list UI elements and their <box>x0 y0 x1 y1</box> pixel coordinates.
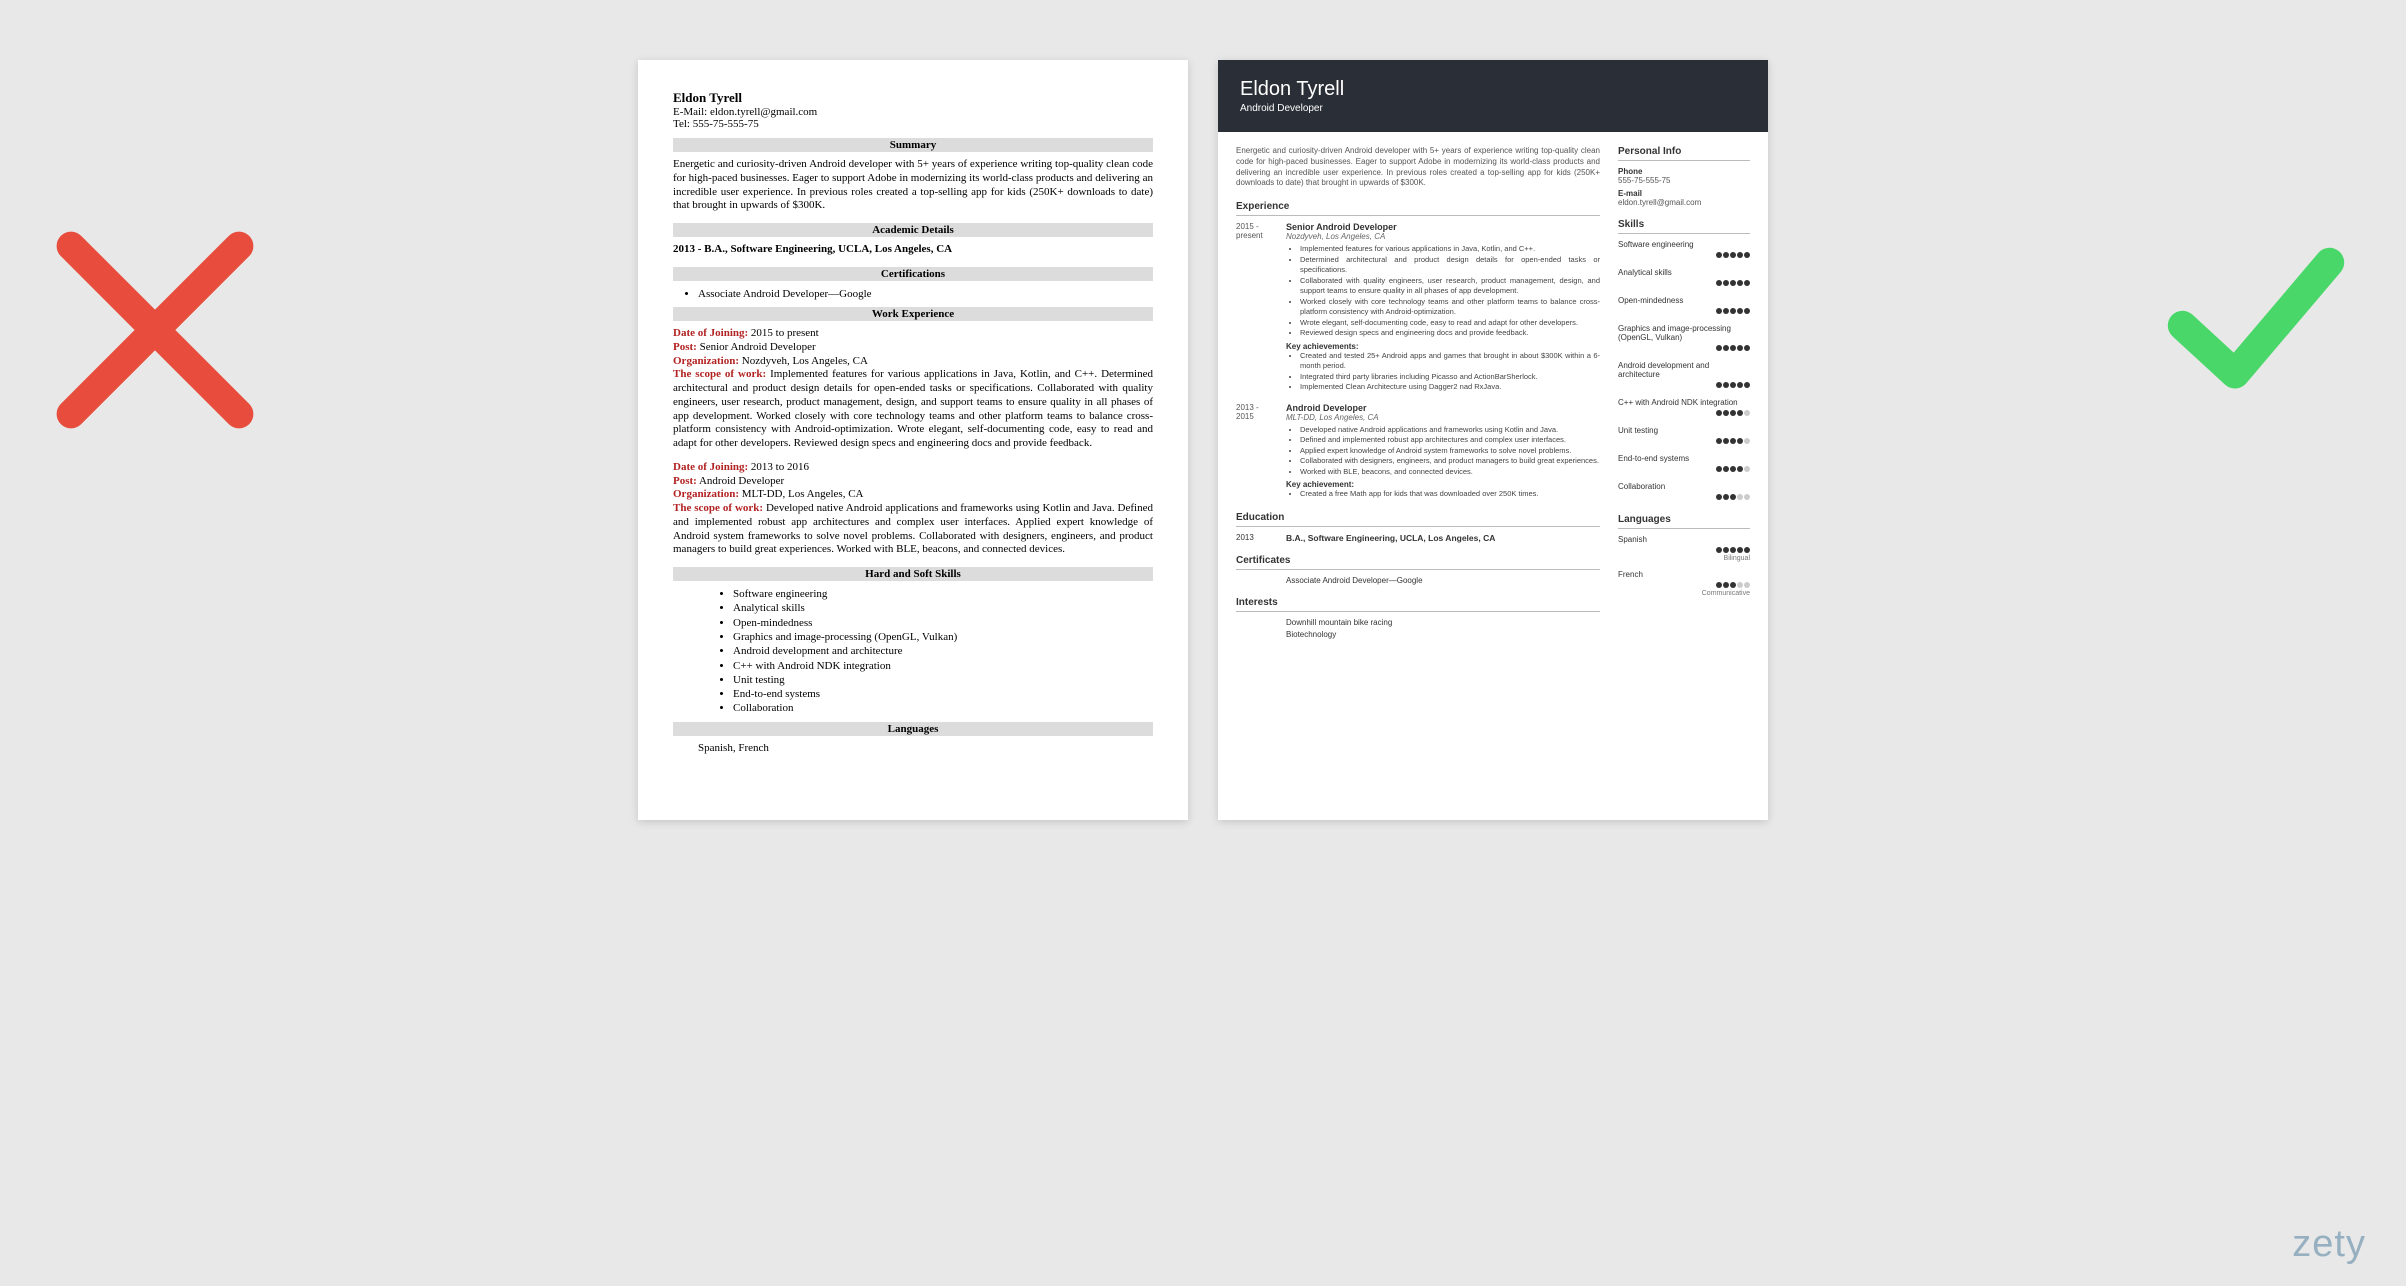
section-skills: Skills <box>1618 219 1750 234</box>
language-item: FrenchCommunicative <box>1618 570 1750 597</box>
job-title: Android Developer <box>1240 103 1746 114</box>
skill-item: Unit testing <box>733 673 1153 687</box>
name: Eldon Tyrell <box>673 90 1153 106</box>
section-languages: Languages <box>1618 514 1750 529</box>
email-label: E-mail <box>1618 189 1750 198</box>
check-mark-icon <box>2151 210 2361 420</box>
skill-item: Collaboration <box>733 701 1153 715</box>
summary-text: Energetic and curiosity-driven Android d… <box>1236 146 1600 189</box>
skill-item: Android development and architecture <box>733 644 1153 658</box>
summary-text: Energetic and curiosity-driven Android d… <box>673 158 1153 213</box>
email-label: E-Mail: <box>673 106 707 118</box>
skill-item: Graphics and image-processing (OpenGL, V… <box>733 630 1153 644</box>
skills-list: Software engineering Analytical skills Ope… <box>1618 240 1750 502</box>
brand-logo: zety <box>2292 1223 2366 1266</box>
edu-degree: B.A., Software Engineering, UCLA, Los An… <box>1286 533 1495 543</box>
contact-block: E-Mail: eldon.tyrell@gmail.com Tel: 555-… <box>673 106 1153 130</box>
cert-item: Associate Android Developer—Google <box>698 287 1153 301</box>
language-item: SpanishBilingual <box>1618 535 1750 562</box>
languages-text: Spanish, French <box>673 742 1153 756</box>
resume-page-bad: Eldon Tyrell E-Mail: eldon.tyrell@gmail.… <box>638 60 1188 820</box>
skill-item: Unit testing <box>1618 426 1750 446</box>
section-certs: Certifications <box>673 267 1153 281</box>
section-summary: Summary <box>673 138 1153 152</box>
skill-item: Software engineering <box>1618 240 1750 260</box>
section-personal-info: Personal Info <box>1618 146 1750 161</box>
phone-label: Phone <box>1618 167 1750 176</box>
tel-label: Tel: <box>673 118 690 130</box>
email-value: eldon.tyrell@gmail.com <box>1618 198 1750 207</box>
job-block: 2013 -2015Android DeveloperMLT-DD, Los A… <box>1236 403 1600 500</box>
main-column: Energetic and curiosity-driven Android d… <box>1218 132 1618 656</box>
skill-item: Analytical skills <box>733 601 1153 615</box>
section-certificates: Certificates <box>1236 555 1600 570</box>
skill-item: Open-mindedness <box>1618 296 1750 316</box>
skill-item: End-to-end systems <box>1618 454 1750 474</box>
job-list: 2015 -presentSenior Android DeveloperNoz… <box>1236 222 1600 500</box>
header: Eldon Tyrell Android Developer <box>1218 60 1768 132</box>
education-row: 2013 B.A., Software Engineering, UCLA, L… <box>1236 533 1600 543</box>
skill-item: C++ with Android NDK integration <box>733 659 1153 673</box>
tel-value: 555-75-555-75 <box>693 118 759 130</box>
interest-item: Downhill mountain bike racing <box>1286 618 1600 627</box>
name: Eldon Tyrell <box>1240 78 1746 101</box>
section-experience: Experience <box>1236 201 1600 216</box>
language-list: SpanishBilingual FrenchCommunicative <box>1618 535 1750 597</box>
cert-list: Associate Android Developer—Google <box>673 287 1153 301</box>
skill-item: Collaboration <box>1618 482 1750 502</box>
job-block: Date of Joining: 2013 to 2016Post: Andro… <box>673 461 1153 557</box>
academic-text: 2013 - B.A., Software Engineering, UCLA,… <box>673 243 1153 257</box>
section-academic: Academic Details <box>673 223 1153 237</box>
skill-item: Open-mindedness <box>733 616 1153 630</box>
interest-list: Downhill mountain bike racing Biotechnolo… <box>1236 618 1600 639</box>
section-education: Education <box>1236 512 1600 527</box>
section-skills: Hard and Soft Skills <box>673 567 1153 581</box>
x-mark-icon <box>35 210 275 450</box>
side-column: Personal Info Phone 555-75-555-75 E-mail… <box>1618 132 1768 656</box>
work-experience-list: Date of Joining: 2015 to presentPost: Se… <box>673 327 1153 557</box>
skill-item: Android development and architecture <box>1618 361 1750 390</box>
edu-year: 2013 <box>1236 533 1286 543</box>
job-block: Date of Joining: 2015 to presentPost: Se… <box>673 327 1153 451</box>
phone-value: 555-75-555-75 <box>1618 176 1750 185</box>
job-block: 2015 -presentSenior Android DeveloperNoz… <box>1236 222 1600 393</box>
skill-item: Software engineering <box>733 587 1153 601</box>
pages-container: Eldon Tyrell E-Mail: eldon.tyrell@gmail.… <box>140 60 2266 820</box>
interest-item: Biotechnology <box>1286 630 1600 639</box>
section-interests: Interests <box>1236 597 1600 612</box>
skill-item: Analytical skills <box>1618 268 1750 288</box>
resume-page-good: Eldon Tyrell Android Developer Energetic… <box>1218 60 1768 820</box>
skills-list: Software engineeringAnalytical skillsOpe… <box>673 587 1153 716</box>
section-languages: Languages <box>673 722 1153 736</box>
skill-item: Graphics and image-processing (OpenGL, V… <box>1618 324 1750 353</box>
email-value: eldon.tyrell@gmail.com <box>710 106 817 118</box>
cert-item: Associate Android Developer—Google <box>1286 576 1600 585</box>
skill-item: C++ with Android NDK integration <box>1618 398 1750 418</box>
section-work: Work Experience <box>673 307 1153 321</box>
skill-item: End-to-end systems <box>733 687 1153 701</box>
columns: Energetic and curiosity-driven Android d… <box>1218 132 1768 656</box>
cert-list: Associate Android Developer—Google <box>1236 576 1600 585</box>
